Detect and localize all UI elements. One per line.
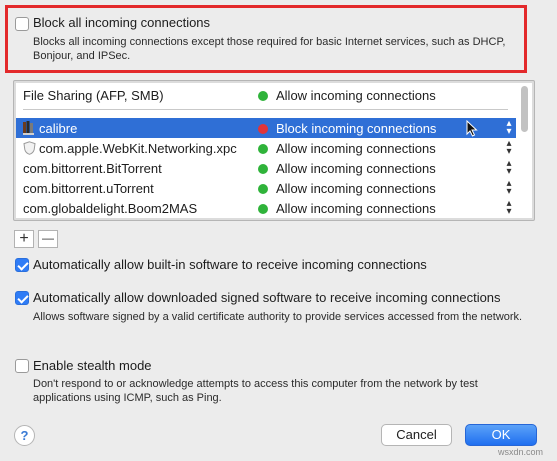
shield-app-icon bbox=[23, 141, 36, 155]
auto-signed-label: Automatically allow downloaded signed so… bbox=[33, 290, 501, 305]
auto-builtin-label: Automatically allow built-in software to… bbox=[33, 257, 427, 272]
list-divider bbox=[23, 109, 508, 110]
ok-button[interactable]: OK bbox=[465, 424, 537, 446]
app-status: Allow incoming connections bbox=[276, 201, 436, 216]
app-name: com.globaldelight.Boom2MAS bbox=[23, 201, 198, 216]
status-stepper-icon[interactable]: ▴ ▾ bbox=[504, 159, 514, 177]
add-app-button[interactable]: + bbox=[14, 230, 34, 248]
block-all-description: Blocks all incoming connections except t… bbox=[33, 36, 506, 62]
app-row-utorrent[interactable]: com.bittorrent.uTorrent Allow incoming c… bbox=[16, 178, 516, 198]
app-status: Block incoming connections bbox=[276, 121, 437, 136]
status-dot-green-icon bbox=[258, 184, 268, 194]
cancel-button[interactable]: Cancel bbox=[381, 424, 452, 446]
mouse-cursor-icon bbox=[466, 119, 478, 142]
app-list[interactable]: File Sharing (AFP, SMB) Allow incoming c… bbox=[16, 83, 532, 218]
status-dot-green-icon bbox=[258, 91, 268, 101]
status-stepper-icon[interactable]: ▴ ▾ bbox=[504, 199, 514, 217]
stealth-mode-label: Enable stealth mode bbox=[33, 358, 152, 373]
watermark-text: wsxdn.com bbox=[498, 447, 544, 457]
auto-signed-checkbox[interactable] bbox=[15, 291, 29, 305]
app-row-file-sharing[interactable]: File Sharing (AFP, SMB) Allow incoming c… bbox=[16, 85, 516, 105]
help-button[interactable]: ? bbox=[14, 425, 35, 446]
app-name: com.bittorrent.BitTorrent bbox=[23, 161, 162, 176]
status-dot-green-icon bbox=[258, 204, 268, 214]
app-name: com.apple.WebKit.Networking.xpc bbox=[39, 141, 237, 156]
app-row-calibre[interactable]: calibre Block incoming connections ▴ ▾ bbox=[16, 118, 516, 138]
status-dot-green-icon bbox=[258, 164, 268, 174]
auto-builtin-checkbox[interactable] bbox=[15, 258, 29, 272]
status-dot-green-icon bbox=[258, 144, 268, 154]
app-name: com.bittorrent.uTorrent bbox=[23, 181, 154, 196]
app-status: Allow incoming connections bbox=[276, 141, 436, 156]
app-status: Allow incoming connections bbox=[276, 161, 436, 176]
app-row-bittorrent[interactable]: com.bittorrent.BitTorrent Allow incoming… bbox=[16, 158, 516, 178]
block-all-checkbox[interactable] bbox=[15, 17, 29, 31]
app-row-webkit[interactable]: com.apple.WebKit.Networking.xpc Allow in… bbox=[16, 138, 516, 158]
app-name: calibre bbox=[39, 121, 78, 136]
stealth-mode-description: Don't respond to or acknowledge attempts… bbox=[33, 378, 478, 404]
status-dot-red-icon bbox=[258, 124, 268, 134]
list-scrollbar[interactable] bbox=[521, 86, 528, 132]
calibre-app-icon bbox=[23, 121, 35, 135]
app-row-boom2[interactable]: com.globaldelight.Boom2MAS Allow incomin… bbox=[16, 198, 516, 218]
app-name: File Sharing (AFP, SMB) bbox=[23, 88, 164, 103]
stealth-mode-checkbox[interactable] bbox=[15, 359, 29, 373]
status-stepper-icon[interactable]: ▴ ▾ bbox=[504, 179, 514, 197]
status-stepper-icon[interactable]: ▴ ▾ bbox=[504, 139, 514, 157]
block-all-label: Block all incoming connections bbox=[33, 15, 211, 30]
status-stepper-icon[interactable]: ▴ ▾ bbox=[504, 119, 514, 137]
app-status: Allow incoming connections bbox=[276, 181, 436, 196]
auto-signed-description: Allows software signed by a valid certif… bbox=[33, 311, 523, 323]
app-status: Allow incoming connections bbox=[276, 88, 436, 103]
remove-app-button[interactable]: — bbox=[38, 230, 58, 248]
